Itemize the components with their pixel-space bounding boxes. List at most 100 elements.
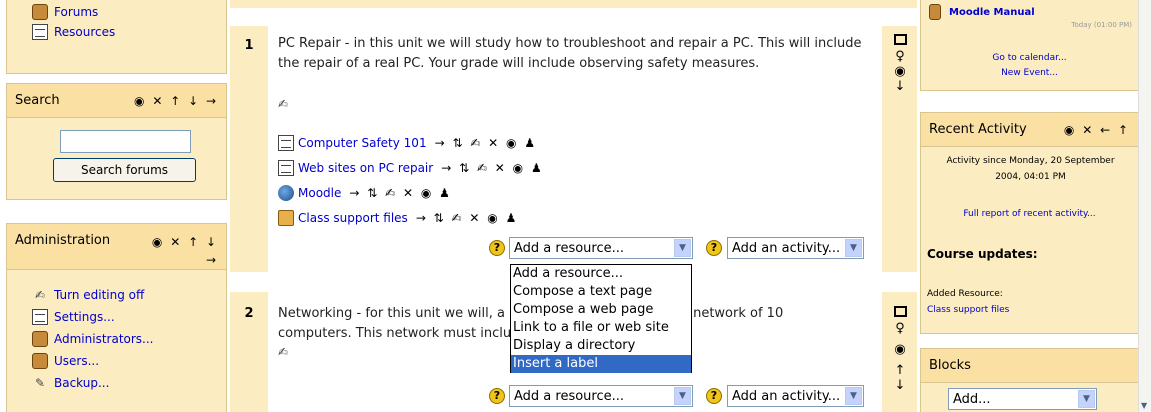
help-icon[interactable]: ? <box>489 388 505 404</box>
document-icon <box>32 24 48 40</box>
resource-link[interactable]: Class support files <box>298 211 408 225</box>
full-report-link[interactable]: Full report of recent activity... <box>921 209 1138 219</box>
scroll-down-icon[interactable]: ▼ <box>1141 401 1147 410</box>
topic-section-1: 1 PC Repair - in this unit we will study… <box>230 26 917 272</box>
help-icon[interactable]: ? <box>489 240 505 256</box>
document-icon <box>278 135 294 151</box>
course-updates-heading: Course updates: <box>927 247 1038 261</box>
recent-activity-header: Recent Activity ◉ ✕ ← ↑ <box>921 113 1138 147</box>
resource-item[interactable]: Computer Safety 101 → ⇅ ✍ ✕ ◉ ♟ <box>278 132 537 154</box>
chevron-down-icon: ▼ <box>674 387 691 405</box>
block-controls-icon[interactable]: ◉ ✕ ← ↑ <box>1064 123 1130 137</box>
add-activity-value: Add an activity... <box>732 240 841 256</box>
document-icon <box>278 160 294 176</box>
dropdown-option[interactable]: Compose a text page <box>511 283 691 301</box>
admin-item-users[interactable]: Users... <box>7 350 226 372</box>
add-block-select[interactable]: Add... ▼ <box>948 388 1097 410</box>
add-resource-select[interactable]: Add a resource... ▼ <box>509 237 693 259</box>
event-time: Today (01:00 PM) <box>1071 21 1132 29</box>
nav-item-resources[interactable]: Resources <box>7 21 226 43</box>
nav-item-label: Forums <box>54 5 99 19</box>
add-resource-value: Add a resource... <box>514 388 625 404</box>
search-block-title: Search <box>15 93 60 108</box>
dropdown-option[interactable]: Link to a file or web site <box>511 319 691 337</box>
search-input[interactable] <box>60 130 191 153</box>
go-to-calendar-link[interactable]: Go to calendar... <box>921 53 1138 63</box>
moodle-manual-link[interactable]: Moodle Manual <box>949 7 1035 18</box>
topic-summary: PC Repair - in this unit we will study h… <box>278 36 862 71</box>
block-controls-icon[interactable]: ◉ ✕ ↑ ↓ → <box>152 233 218 269</box>
nav-item-forums[interactable]: Forums <box>7 1 226 23</box>
nav-block: Forums Resources <box>6 0 227 74</box>
resource-actions-icon[interactable]: → ⇅ ✍ ✕ ◉ ♟ <box>349 186 452 200</box>
move-down-icon[interactable]: ↓ <box>883 79 917 94</box>
admin-item-label: Users... <box>54 354 100 368</box>
dropdown-option[interactable]: Display a directory <box>511 337 691 355</box>
page-scrollbar[interactable]: ▼ <box>1138 0 1151 412</box>
visibility-eye-icon[interactable]: ◉ <box>883 64 917 79</box>
nav-item-label: Resources <box>54 25 116 39</box>
dropdown-option-selected[interactable]: Insert a label <box>511 355 691 373</box>
admin-item-settings[interactable]: Settings... <box>7 306 226 328</box>
move-down-icon[interactable]: ↓ <box>883 378 917 393</box>
recent-activity-block: Recent Activity ◉ ✕ ← ↑ Activity since M… <box>920 112 1139 334</box>
resource-item[interactable]: Web sites on PC repair → ⇅ ✍ ✕ ◉ ♟ <box>278 157 544 179</box>
resource-item[interactable]: Moodle → ⇅ ✍ ✕ ◉ ♟ <box>278 182 452 204</box>
add-resource-dropdown-list: Add a resource... Compose a text page Co… <box>510 264 692 373</box>
blocks-header: Blocks <box>921 349 1138 383</box>
admin-item-turn-editing-off[interactable]: ✍ Turn editing off <box>7 284 226 306</box>
settings-icon <box>32 309 48 325</box>
dropdown-option[interactable]: Compose a web page <box>511 301 691 319</box>
resource-actions-icon[interactable]: → ⇅ ✍ ✕ ◉ ♟ <box>435 136 538 150</box>
add-activity-select[interactable]: Add an activity... ▼ <box>727 385 864 407</box>
move-up-icon[interactable]: ↑ <box>883 363 917 378</box>
people-icon <box>32 331 48 347</box>
add-activity-select[interactable]: Add an activity... ▼ <box>727 237 864 259</box>
search-forums-button[interactable]: Search forums <box>53 158 196 182</box>
highlight-bulb-icon[interactable]: ♀ <box>883 49 917 64</box>
add-resource-select[interactable]: Add a resource... ▼ <box>509 385 693 407</box>
topic-side-controls: ♀ ◉ ↑ ↓ <box>883 292 917 412</box>
administration-block: Administration ◉ ✕ ↑ ↓ → ✍ Turn editing … <box>6 223 227 412</box>
book-icon <box>929 4 941 20</box>
calendar-block: Moodle Manual Today (01:00 PM) Go to cal… <box>920 0 1139 91</box>
help-icon[interactable]: ? <box>706 240 722 256</box>
admin-item-label: Backup... <box>54 376 110 390</box>
edit-summary-icon[interactable]: ✍ <box>278 344 288 360</box>
topic-number: 2 <box>244 306 254 321</box>
add-block-value: Add... <box>953 391 991 407</box>
resource-link[interactable]: Computer Safety 101 <box>298 136 427 150</box>
resource-link[interactable]: Moodle <box>298 186 341 200</box>
added-resource-link[interactable]: Class support files <box>927 305 1009 315</box>
highlight-bulb-icon[interactable]: ♀ <box>883 321 917 336</box>
admin-item-backup[interactable]: ✎ Backup... <box>7 372 226 394</box>
chevron-down-icon: ▼ <box>845 239 862 257</box>
administration-block-header: Administration ◉ ✕ ↑ ↓ → <box>7 224 226 270</box>
topic-header-strip <box>230 0 917 8</box>
add-activity-value: Add an activity... <box>732 388 841 404</box>
activity-since-text: Activity since Monday, 20 September 2004… <box>946 156 1115 182</box>
search-block-header: Search ◉ ✕ ↑ ↓ → <box>7 84 226 118</box>
resource-actions-icon[interactable]: → ⇅ ✍ ✕ ◉ ♟ <box>416 211 519 225</box>
block-controls-icon[interactable]: ◉ ✕ ↑ ↓ → <box>134 94 218 108</box>
pen-icon: ✍ <box>34 288 46 302</box>
help-icon[interactable]: ? <box>706 388 722 404</box>
admin-item-label: Administrators... <box>54 332 154 346</box>
blocks-title: Blocks <box>929 358 971 373</box>
visibility-eye-icon[interactable]: ◉ <box>883 342 917 357</box>
topic-content: PC Repair - in this unit we will study h… <box>268 26 882 272</box>
folder-icon <box>32 4 48 20</box>
resource-actions-icon[interactable]: → ⇅ ✍ ✕ ◉ ♟ <box>441 161 544 175</box>
admin-item-label: Turn editing off <box>54 288 145 302</box>
new-event-link[interactable]: New Event... <box>921 68 1138 78</box>
topic-side-controls: ♀ ◉ ↓ <box>883 26 917 272</box>
resource-link[interactable]: Web sites on PC repair <box>298 161 433 175</box>
admin-item-administrators[interactable]: Administrators... <box>7 328 226 350</box>
people-icon <box>32 353 48 369</box>
show-only-topic-icon[interactable] <box>893 34 907 45</box>
resource-item[interactable]: Class support files → ⇅ ✍ ✕ ◉ ♟ <box>278 207 518 229</box>
edit-summary-icon[interactable]: ✍ <box>278 96 288 112</box>
dropdown-option[interactable]: Add a resource... <box>511 265 691 283</box>
admin-item-label: Settings... <box>54 310 115 324</box>
show-only-topic-icon[interactable] <box>893 306 907 317</box>
